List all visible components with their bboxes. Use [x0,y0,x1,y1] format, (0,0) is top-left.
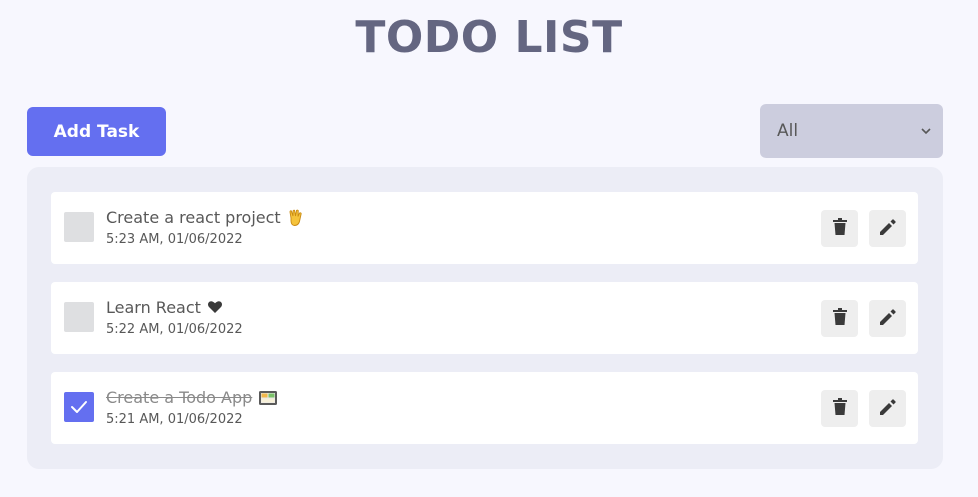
edit-button[interactable] [869,300,906,337]
todo-timestamp: 5:23 AM, 01/06/2022 [106,232,243,247]
delete-button[interactable] [821,300,858,337]
todo-timestamp: 5:21 AM, 01/06/2022 [106,412,243,427]
todo-title: Create a Todo App [106,388,253,407]
todo-item: Create a react project 5:23 AM, 01/06/20… [51,192,918,264]
trash-icon [832,308,847,329]
trash-icon [832,398,847,419]
pencil-icon [879,308,896,329]
status-filter-select[interactable]: All [760,104,943,158]
todo-text: Create a react project 5:23 AM, 01/06/20… [106,208,305,248]
vulcan-salute-emoji-icon [287,209,305,227]
pencil-icon [879,218,896,239]
pencil-icon [879,398,896,419]
delete-button[interactable] [821,390,858,427]
todo-title: Learn React [106,298,201,317]
bento-box-emoji-icon [258,389,278,407]
todo-text: Create a Todo App 5:21 AM, 01/06/2022 [106,388,278,428]
todo-timestamp: 5:22 AM, 01/06/2022 [106,322,243,337]
chevron-down-icon [921,125,931,138]
todo-checkbox-checked[interactable] [64,392,94,422]
delete-button[interactable] [821,210,858,247]
edit-button[interactable] [869,210,906,247]
todo-text: Learn React 5:22 AM, 01/06/2022 [106,298,243,338]
todo-checkbox[interactable] [64,302,94,332]
edit-button[interactable] [869,390,906,427]
todo-item: Learn React 5:22 AM, 01/06/2022 [51,282,918,354]
filter-selected-value: All [777,121,799,141]
todo-title: Create a react project [106,208,281,227]
checkmark-icon [70,400,88,414]
add-task-button[interactable]: Add Task [27,107,166,156]
todo-list: Create a react project 5:23 AM, 01/06/20… [27,167,943,469]
trash-icon [832,218,847,239]
todo-title-row: Learn React [106,298,243,318]
todo-title-row: Create a react project [106,208,305,228]
todo-item: Create a Todo App 5:21 AM, 01/06/2022 [51,372,918,444]
todo-checkbox[interactable] [64,212,94,242]
heart-emoji-icon [207,299,225,317]
todo-title-row: Create a Todo App [106,388,278,408]
page-title: TODO LIST [355,12,623,63]
